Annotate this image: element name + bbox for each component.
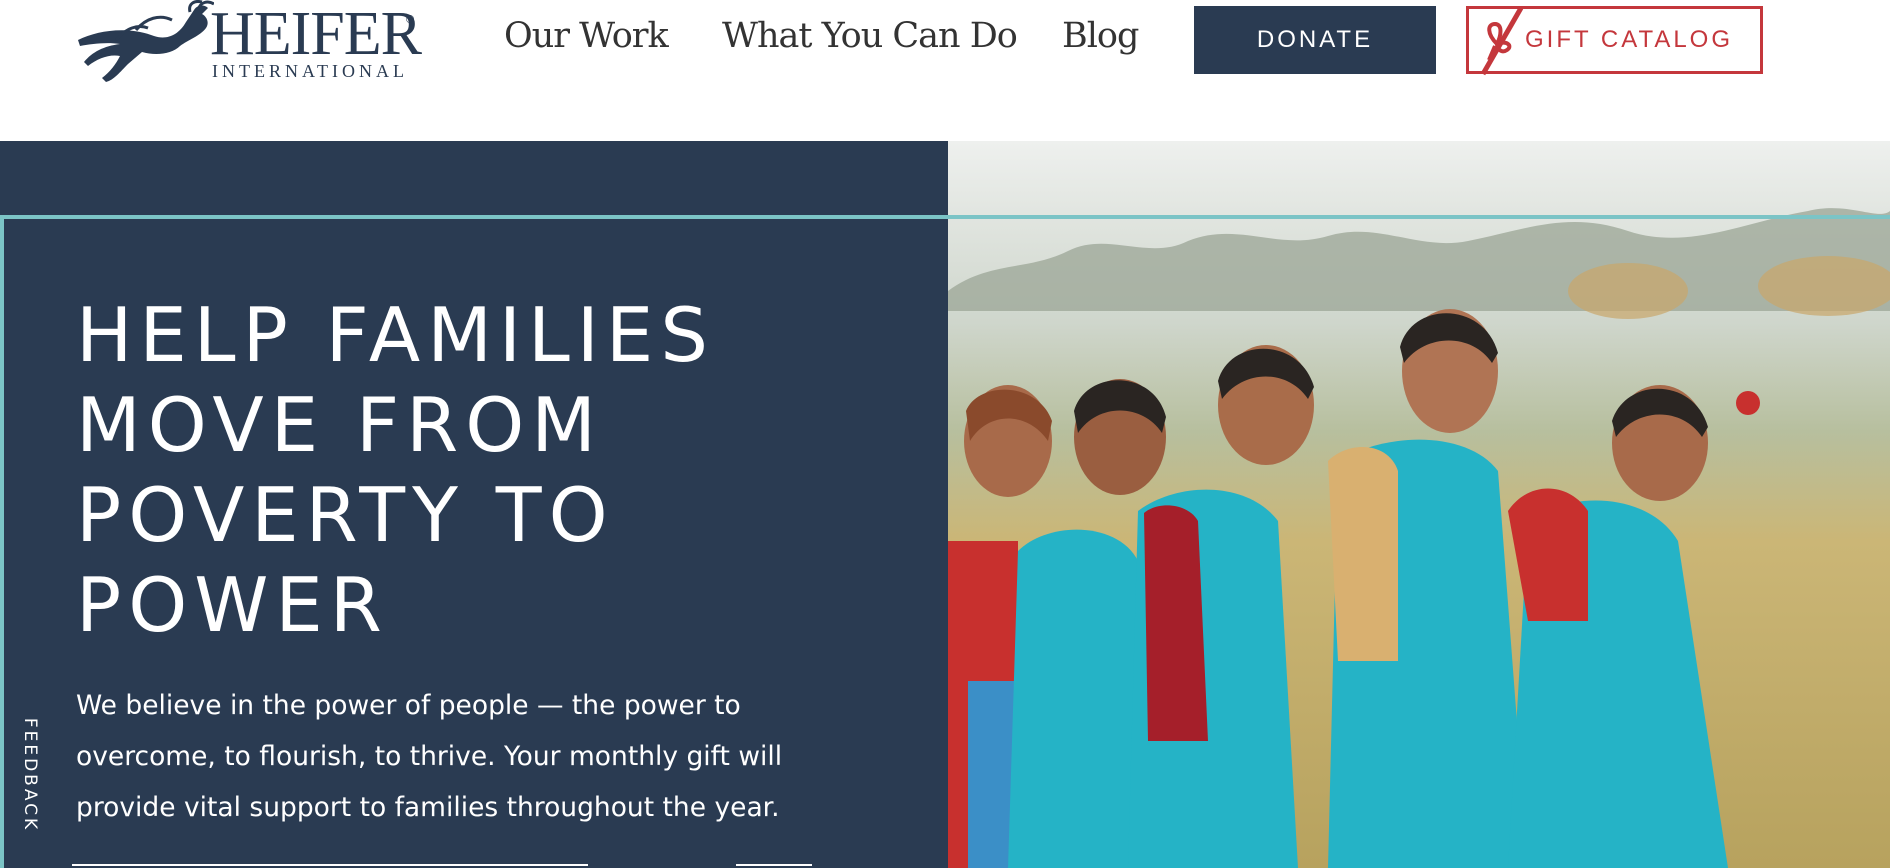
hero-photo-illustration xyxy=(948,141,1890,868)
feedback-label: FEEDBACK xyxy=(20,717,40,833)
hero-cta-underline-secondary[interactable] xyxy=(736,864,812,866)
gift-catalog-label: GIFT CATALOG xyxy=(1525,26,1734,53)
hero-body-text: We believe in the power of people — the … xyxy=(76,690,783,823)
gift-catalog-button[interactable]: GIFT CATALOG xyxy=(1466,6,1763,76)
donate-button[interactable]: DONATE xyxy=(1194,6,1436,74)
hero-accent-line xyxy=(0,215,1890,219)
nav-our-work[interactable]: Our Work xyxy=(504,14,669,58)
hero-cta-underline[interactable] xyxy=(72,864,588,866)
hero-photo xyxy=(948,141,1890,868)
registered-mark: ® xyxy=(406,14,415,26)
nav-what-you-can-do[interactable]: What You Can Do xyxy=(722,14,1018,58)
logo-wordmark: HEIFER xyxy=(210,0,422,68)
nav-blog[interactable]: Blog xyxy=(1062,14,1139,58)
heifer-logo[interactable]: HEIFER ® INTERNATIONAL xyxy=(76,0,426,84)
goat-logo-icon xyxy=(78,0,214,82)
feedback-tab[interactable]: FEEDBACK xyxy=(10,700,50,850)
logo-subtitle: INTERNATIONAL xyxy=(212,61,408,81)
donate-button-label: DONATE xyxy=(1256,26,1374,53)
gift-ribbon-icon xyxy=(1480,6,1524,76)
site-header: HEIFER ® INTERNATIONAL Our Work What You… xyxy=(0,0,1890,141)
hero-accent-line-vertical xyxy=(0,215,4,868)
hero-title: HELP FAMILIES MOVE FROM POVERTY TO POWER xyxy=(76,291,715,649)
